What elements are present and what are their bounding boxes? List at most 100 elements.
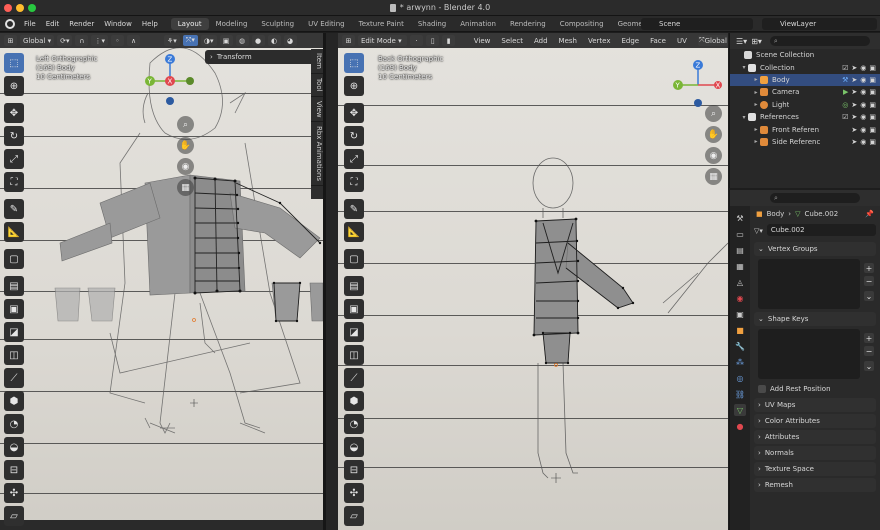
- remove-shape-key-button[interactable]: −: [864, 346, 874, 356]
- eye-icon[interactable]: ◉: [860, 101, 866, 109]
- shear-tool[interactable]: ▱: [344, 506, 364, 526]
- select-arrow-icon[interactable]: ➤: [851, 76, 857, 84]
- outliner-search-input[interactable]: ⌕: [769, 36, 870, 46]
- shape-key-specials-button[interactable]: ⌄: [864, 361, 874, 371]
- camera-render-icon[interactable]: ▣: [869, 64, 876, 72]
- expand-triangle-icon[interactable]: ▾: [740, 64, 748, 71]
- attributes-panel-header[interactable]: › Attributes: [754, 430, 876, 444]
- select-arrow-icon[interactable]: ➤: [851, 126, 857, 134]
- outliner-row-camera[interactable]: ▸ Camera ▶ ➤ ◉ ▣: [730, 86, 880, 98]
- camera-render-icon[interactable]: ▣: [869, 113, 876, 121]
- tab-layout[interactable]: Layout: [170, 17, 209, 30]
- tab-view[interactable]: View: [311, 97, 323, 123]
- shrink-fatten-tool[interactable]: ✣: [4, 483, 24, 503]
- constraints-tab-icon[interactable]: ⛓: [734, 388, 746, 400]
- select-arrow-icon[interactable]: ➤: [851, 101, 857, 109]
- cursor-tool[interactable]: ⊕: [4, 76, 24, 96]
- cursor-tool[interactable]: ⊕: [344, 76, 364, 96]
- ortho-toggle-icon[interactable]: ▦: [177, 179, 194, 196]
- menu-file[interactable]: File: [19, 20, 41, 28]
- mesh-datablock-icon[interactable]: ▽▾: [754, 227, 763, 235]
- tab-modeling[interactable]: Modeling: [209, 18, 255, 30]
- collection-tab-icon[interactable]: ▣: [734, 308, 746, 320]
- pan-hand-icon[interactable]: ✋: [705, 126, 722, 143]
- menu-face[interactable]: Face: [646, 37, 670, 45]
- camera-render-icon[interactable]: ▣: [869, 76, 876, 84]
- annotate-tool[interactable]: ✎: [4, 199, 24, 219]
- outliner-editor-icon[interactable]: ☰▾: [736, 37, 747, 46]
- face-select-mode[interactable]: ▮: [442, 35, 456, 46]
- outliner-row-side-reference[interactable]: ▸ Side Referenc ➤ ◉ ▣: [730, 136, 880, 148]
- expand-triangle-icon[interactable]: ▸: [752, 89, 760, 96]
- measure-tool[interactable]: 📐: [4, 222, 24, 242]
- eye-icon[interactable]: ◉: [860, 138, 866, 146]
- overlay-toggle[interactable]: ◑▾: [200, 35, 217, 46]
- modifier-wrench-icon[interactable]: ⚒: [842, 76, 848, 84]
- checkbox-icon[interactable]: ☑: [842, 64, 848, 72]
- extrude-tool[interactable]: ▤: [344, 276, 364, 296]
- move-tool[interactable]: ✥: [344, 103, 364, 123]
- menu-uv[interactable]: UV: [673, 37, 691, 45]
- menu-window[interactable]: Window: [99, 20, 137, 28]
- mode-dropdown[interactable]: Edit Mode ▾: [358, 35, 408, 46]
- tab-rbx-animations[interactable]: Rbx Animations: [311, 122, 323, 187]
- menu-edge[interactable]: Edge: [618, 37, 644, 45]
- select-box-tool[interactable]: ⬚: [344, 53, 364, 73]
- select-arrow-icon[interactable]: ➤: [851, 64, 857, 72]
- scene-selector[interactable]: Scene: [641, 18, 753, 30]
- outliner-row-light[interactable]: ▸ Light ◎ ➤ ◉ ▣: [730, 99, 880, 111]
- menu-help[interactable]: Help: [137, 20, 163, 28]
- transform-tool[interactable]: ⛶: [344, 172, 364, 192]
- expand-triangle-icon[interactable]: ▸: [752, 126, 760, 133]
- camera-view-icon[interactable]: ◉: [177, 158, 194, 175]
- shear-tool[interactable]: ▱: [4, 506, 24, 526]
- output-tab-icon[interactable]: ▤: [734, 244, 746, 256]
- tab-sculpting[interactable]: Sculpting: [254, 18, 301, 30]
- add-vertex-group-button[interactable]: +: [864, 263, 874, 273]
- physics-tab-icon[interactable]: ◎: [734, 372, 746, 384]
- camera-data-icon[interactable]: ▶: [843, 88, 848, 96]
- expand-triangle-icon[interactable]: ▸: [752, 76, 760, 83]
- inset-tool[interactable]: ▣: [4, 299, 24, 319]
- light-data-icon[interactable]: ◎: [842, 101, 848, 109]
- knife-tool[interactable]: ⟋: [4, 368, 24, 388]
- scene-tab-icon[interactable]: ◬: [734, 276, 746, 288]
- add-rest-position-checkbox[interactable]: [758, 385, 766, 393]
- menu-edit[interactable]: Edit: [41, 20, 65, 28]
- menu-render[interactable]: Render: [64, 20, 99, 28]
- snap-toggle[interactable]: ∩: [75, 35, 89, 46]
- orientation-dropdown[interactable]: ⤧ Global: [697, 35, 728, 46]
- poly-build-tool[interactable]: ⬢: [4, 391, 24, 411]
- object-tab-icon[interactable]: ■: [734, 324, 746, 336]
- measure-tool[interactable]: 📐: [344, 222, 364, 242]
- editor-type-button[interactable]: ⊞: [4, 35, 17, 46]
- checkbox-icon[interactable]: ☑: [842, 113, 848, 121]
- zoom-icon[interactable]: ⌕: [705, 105, 722, 122]
- bevel-tool[interactable]: ◪: [4, 322, 24, 342]
- world-tab-icon[interactable]: ◉: [734, 292, 746, 304]
- material-tab-icon[interactable]: ●: [734, 420, 746, 432]
- eye-icon[interactable]: ◉: [860, 113, 866, 121]
- zoom-window-button[interactable]: [28, 4, 36, 12]
- expand-triangle-icon[interactable]: ▾: [740, 114, 748, 121]
- add-shape-key-button[interactable]: +: [864, 333, 874, 343]
- expand-triangle-icon[interactable]: ▸: [752, 138, 760, 145]
- shape-keys-panel-header[interactable]: ⌄ Shape Keys: [754, 312, 876, 326]
- camera-render-icon[interactable]: ▣: [869, 88, 876, 96]
- poly-build-tool[interactable]: ⬢: [344, 391, 364, 411]
- smooth-tool[interactable]: ◒: [344, 437, 364, 457]
- camera-render-icon[interactable]: ▣: [869, 101, 876, 109]
- remesh-panel-header[interactable]: › Remesh: [754, 478, 876, 492]
- loop-cut-tool[interactable]: ◫: [344, 345, 364, 365]
- tab-uv-editing[interactable]: UV Editing: [301, 18, 352, 30]
- data-tab-icon[interactable]: ▽: [734, 404, 746, 416]
- remove-vertex-group-button[interactable]: −: [864, 276, 874, 286]
- view-object-types-dropdown[interactable]: ⚘▾: [164, 35, 180, 46]
- outliner-row-scene-collection[interactable]: Scene Collection: [730, 49, 880, 61]
- annotate-tool[interactable]: ✎: [344, 199, 364, 219]
- vertex-select-mode[interactable]: ·: [410, 35, 424, 46]
- vertex-groups-list[interactable]: [758, 259, 860, 309]
- vertex-groups-panel-header[interactable]: ⌄ Vertex Groups: [754, 242, 876, 256]
- camera-render-icon[interactable]: ▣: [869, 126, 876, 134]
- inset-tool[interactable]: ▣: [344, 299, 364, 319]
